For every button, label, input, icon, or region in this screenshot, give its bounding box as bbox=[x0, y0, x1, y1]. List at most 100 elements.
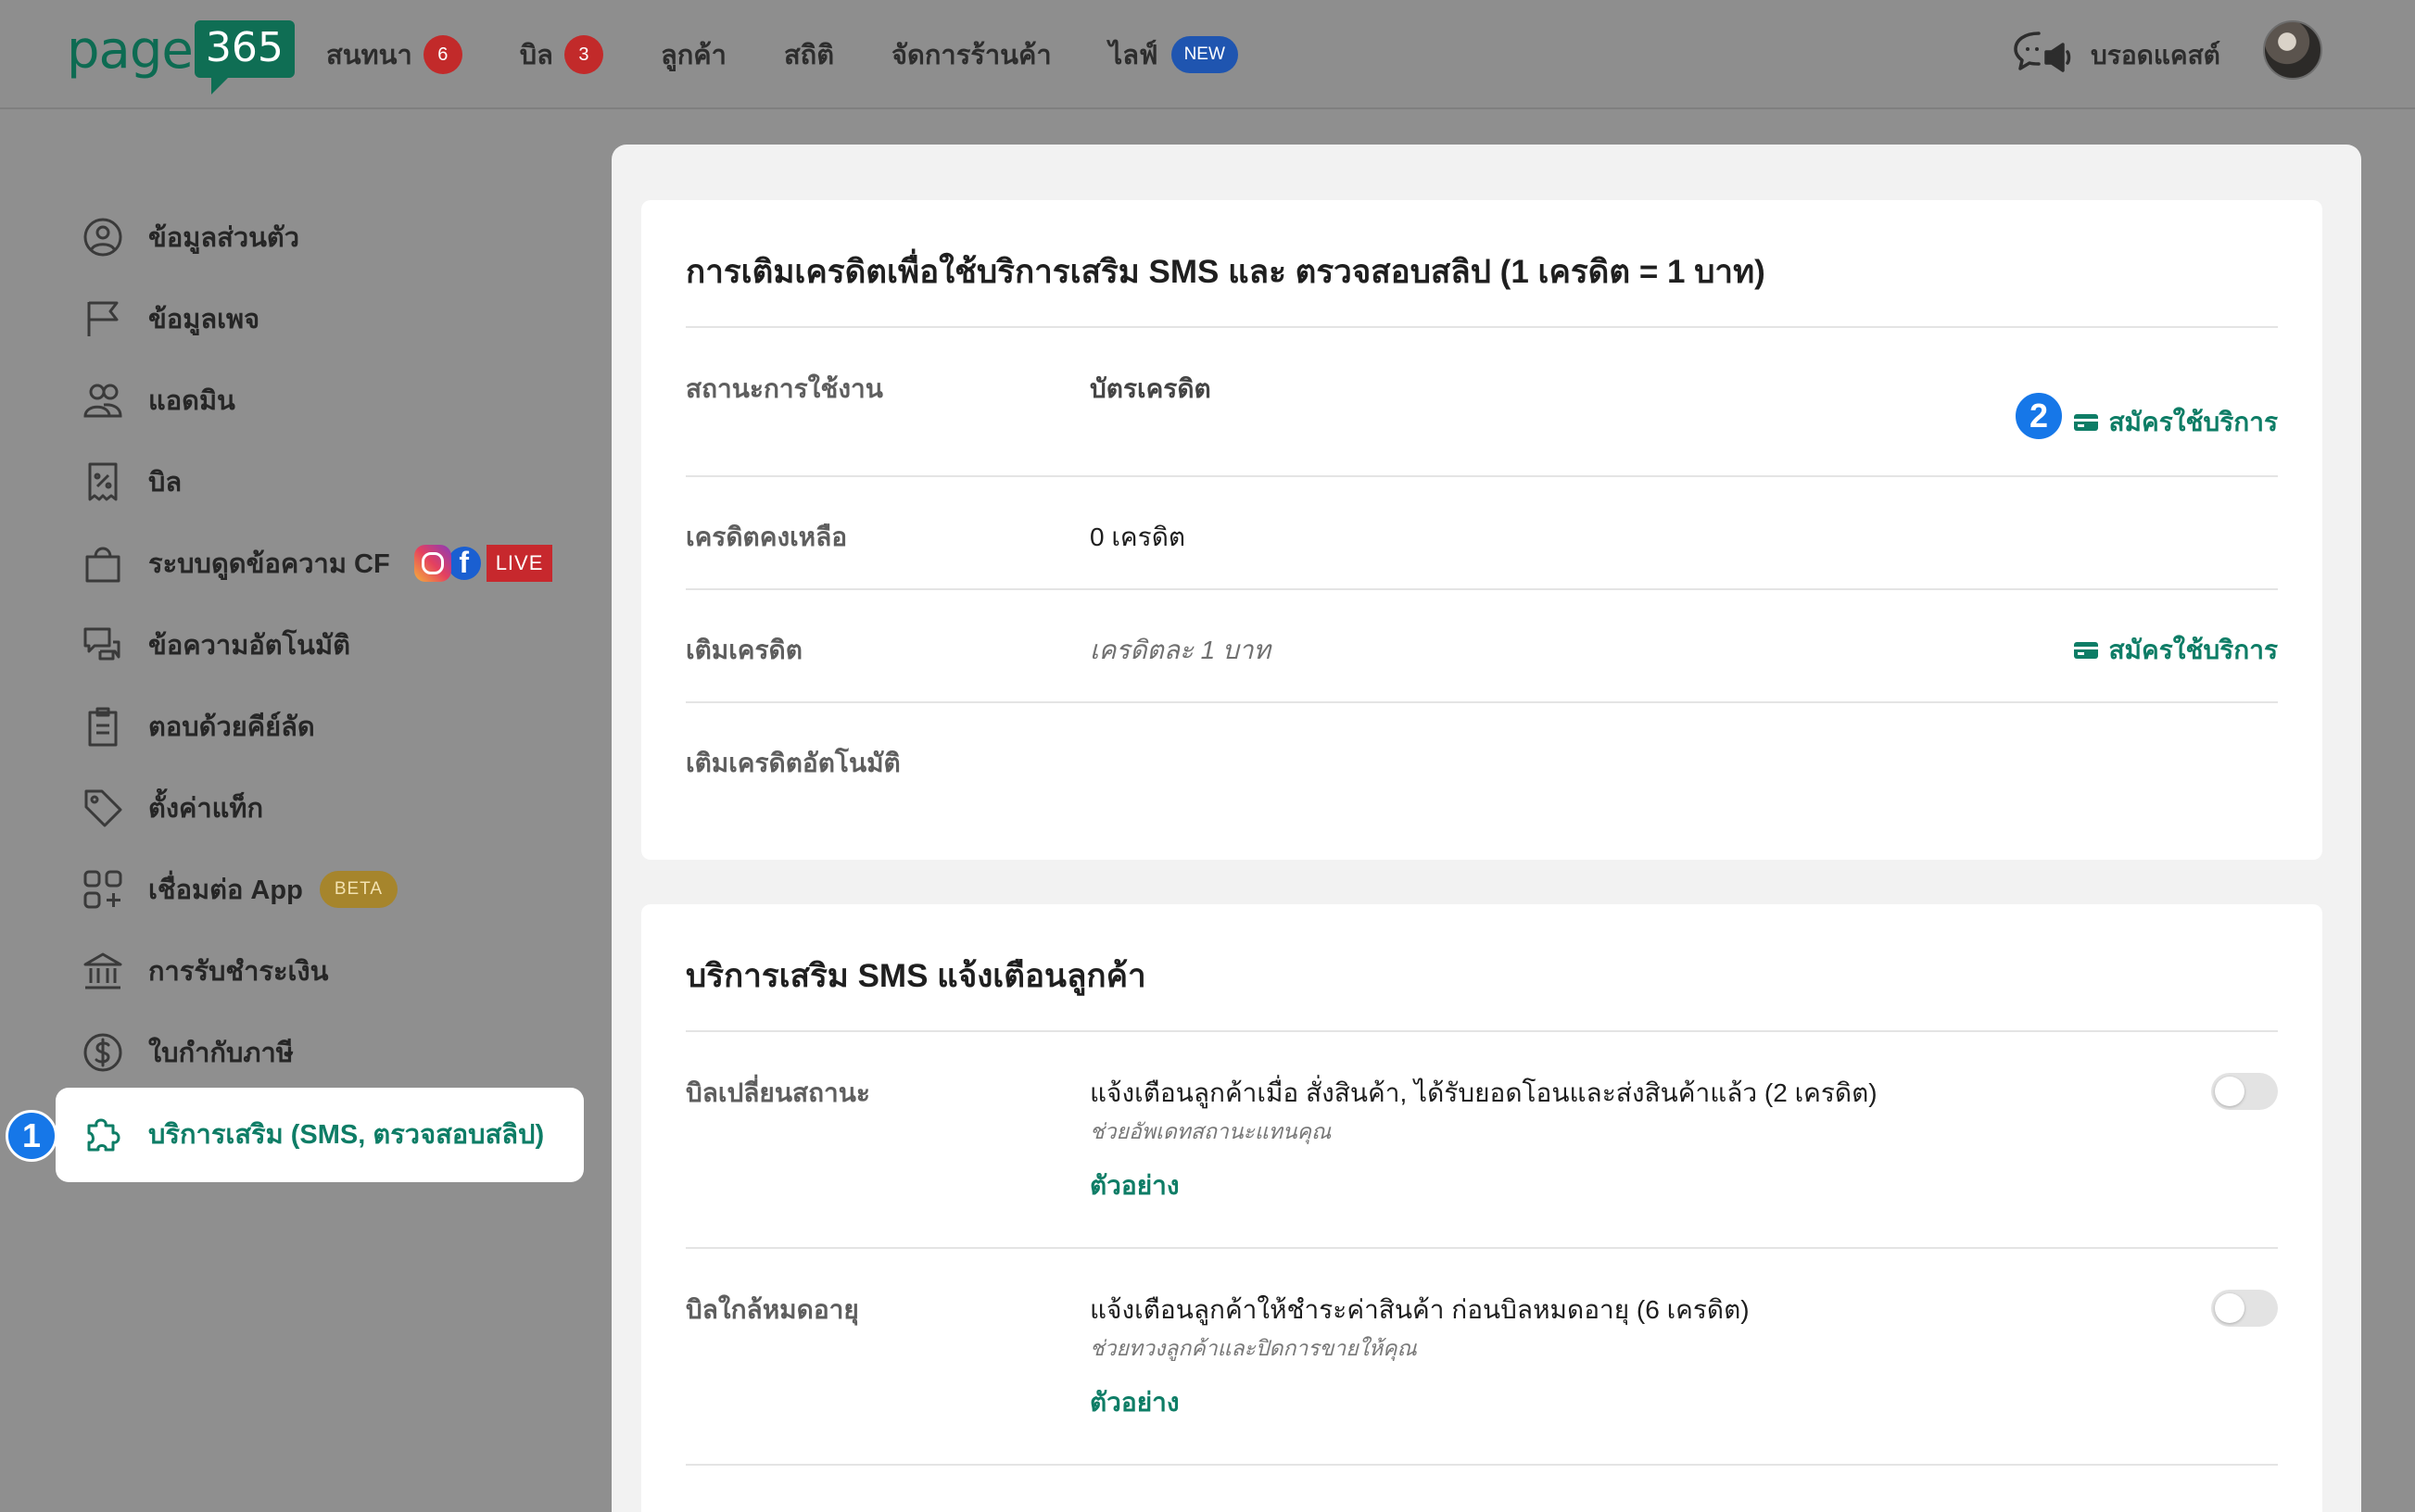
shopping-bag-icon bbox=[82, 542, 124, 585]
nav-customers[interactable]: ลูกค้า bbox=[661, 33, 727, 76]
sidebar-item-connect-app[interactable]: เชื่อมต่อ App BETA bbox=[82, 862, 398, 917]
live-tag: LIVE bbox=[486, 545, 553, 582]
nav-bills[interactable]: บิล 3 bbox=[520, 33, 603, 76]
sidebar-item-admin-label: แอดมิน bbox=[148, 386, 235, 416]
balance-label: เครดิตคงเหลือ bbox=[686, 523, 848, 551]
nav-live-label: ไลฟ์ bbox=[1108, 41, 1158, 70]
flag-icon bbox=[82, 297, 124, 340]
facebook-icon: f bbox=[445, 545, 483, 582]
divider bbox=[686, 475, 2278, 477]
divider bbox=[686, 1464, 2278, 1466]
nav-customers-label: ลูกค้า bbox=[660, 41, 727, 70]
bill-status-example-link[interactable]: ตัวอย่าง bbox=[1090, 1166, 1180, 1206]
sidebar-item-addon-services-label: บริการเสริม (SMS, ตรวจสอบสลิป) bbox=[148, 1120, 545, 1150]
bill-status-toggle[interactable] bbox=[2211, 1073, 2278, 1110]
auto-topup-label: เติมเครดิตอัตโนมัติ bbox=[686, 749, 901, 777]
step-badge-1: 1 bbox=[6, 1110, 57, 1162]
instagram-icon bbox=[413, 545, 451, 582]
subscribe-service-link[interactable]: สมัครใช้บริการ bbox=[2073, 402, 2278, 443]
sidebar-item-addon-services[interactable]: บริการเสริม (SMS, ตรวจสอบสลิป) bbox=[56, 1088, 584, 1182]
nav-chat-badge: 6 bbox=[423, 35, 462, 74]
beta-tag: BETA bbox=[319, 871, 398, 908]
nav-chat-label: สนทนา bbox=[326, 41, 412, 70]
bill-status-label: บิลเปลี่ยนสถานะ bbox=[686, 1078, 870, 1107]
step-badge-2: 2 bbox=[2013, 390, 2065, 442]
logo-number: 365 bbox=[194, 20, 295, 94]
nav-live[interactable]: ไลฟ์ NEW bbox=[1109, 33, 1238, 76]
clipboard-icon bbox=[82, 705, 124, 748]
subscribe-service-label: สมัครใช้บริการ bbox=[2108, 408, 2278, 436]
nav-bills-label: บิล bbox=[519, 41, 553, 70]
credit-topup-card: การเติมเครดิตเพื่อใช้บริการเสริม SMS และ… bbox=[641, 200, 2322, 860]
bill-expiry-subtext: ช่วยทวงลูกค้าและปิดการขายให้คุณ bbox=[1090, 1336, 1417, 1360]
logo-text: page bbox=[67, 20, 194, 81]
sidebar-item-bills[interactable]: บิล bbox=[82, 454, 182, 510]
nav-live-new-tag: NEW bbox=[1170, 36, 1238, 73]
sidebar-item-payments[interactable]: การรับชำระเงิน bbox=[82, 943, 328, 999]
bill-status-subtext: ช่วยอัพเดทสถานะแทนคุณ bbox=[1090, 1119, 1332, 1143]
sidebar-item-payments-label: การรับชำระเงิน bbox=[148, 957, 329, 987]
nav-stats[interactable]: สถิติ bbox=[784, 33, 834, 76]
chat-bubbles-icon bbox=[82, 624, 124, 666]
sidebar-item-tags[interactable]: ตั้งค่าแท็ก bbox=[82, 780, 263, 836]
topup-subscribe-link[interactable]: สมัครใช้บริการ bbox=[2073, 630, 2278, 671]
tag-icon bbox=[82, 787, 124, 829]
status-label: สถานะการใช้งาน bbox=[686, 374, 883, 403]
sidebar-item-cf-capture-label: ระบบดูดข้อความ CF bbox=[148, 549, 390, 579]
megaphone-chat-icon bbox=[2011, 28, 2074, 82]
live-platform-tags: f LIVE bbox=[413, 545, 553, 582]
users-icon bbox=[82, 379, 124, 422]
broadcast-label: บรอดแคสต์ bbox=[2091, 40, 2220, 69]
top-bar: page 365 สนทนา 6 บิล 3 ลูกค้า สถิติ จัดก… bbox=[0, 0, 2415, 109]
apps-plus-icon bbox=[82, 868, 124, 911]
bill-expiry-example-link[interactable]: ตัวอย่าง bbox=[1090, 1382, 1180, 1423]
sidebar-item-profile-label: ข้อมูลส่วนตัว bbox=[148, 223, 300, 253]
page365-logo[interactable]: page 365 bbox=[67, 20, 295, 98]
sms-card-title: บริการเสริม SMS แจ้งเตือนลูกค้า bbox=[686, 958, 1146, 994]
divider bbox=[686, 1247, 2278, 1249]
topup-subscribe-label: สมัครใช้บริการ bbox=[2108, 636, 2278, 664]
bill-expiry-description: แจ้งเตือนลูกค้าให้ชำระค่าสินค้า ก่อนบิลห… bbox=[1090, 1295, 1750, 1324]
sms-service-card: บริการเสริม SMS แจ้งเตือนลูกค้า บิลเปลี่… bbox=[641, 904, 2322, 1512]
credit-card-icon bbox=[2074, 414, 2099, 431]
divider bbox=[686, 1030, 2278, 1032]
sidebar-item-shortcut-reply-label: ตอบด้วยคีย์ลัด bbox=[148, 712, 315, 742]
bill-expiry-label: บิลใกล้หมดอายุ bbox=[686, 1295, 859, 1324]
sidebar-item-cf-capture[interactable]: ระบบดูดข้อความ CF f LIVE bbox=[82, 536, 553, 591]
divider bbox=[686, 326, 2278, 328]
topup-rate: เครดิตละ 1 บาท bbox=[1090, 636, 1271, 664]
dollar-circle-icon bbox=[82, 1031, 124, 1074]
puzzle-icon bbox=[82, 1113, 124, 1155]
sidebar-item-shortcut-reply[interactable]: ตอบด้วยคีย์ลัด bbox=[82, 699, 315, 754]
nav-store-manage[interactable]: จัดการร้านค้า bbox=[891, 33, 1052, 76]
divider bbox=[686, 588, 2278, 590]
nav-stats-label: สถิติ bbox=[783, 41, 835, 70]
sidebar-item-admin[interactable]: แอดมิน bbox=[82, 372, 235, 428]
nav-store-manage-label: จัดการร้านค้า bbox=[891, 41, 1052, 70]
divider bbox=[686, 701, 2278, 703]
sidebar-item-addon-services-row: บริการเสริม (SMS, ตรวจสอบสลิป) bbox=[82, 1106, 544, 1162]
sidebar-item-auto-reply-label: ข้อความอัตโนมัติ bbox=[148, 631, 350, 661]
balance-value: 0 เครดิต bbox=[1090, 523, 1186, 551]
receipt-icon bbox=[82, 460, 124, 503]
topup-label: เติมเครดิต bbox=[686, 636, 803, 664]
bill-status-description: แจ้งเตือนลูกค้าเมื่อ สั่งสินค้า, ได้รับย… bbox=[1090, 1078, 1878, 1107]
broadcast-button[interactable]: บรอดแคสต์ bbox=[2011, 28, 2220, 82]
user-circle-icon bbox=[82, 216, 124, 258]
sidebar-item-tax-invoice[interactable]: ใบกำกับภาษี bbox=[82, 1025, 294, 1080]
main-nav: สนทนา 6 บิล 3 ลูกค้า สถิติ จัดการร้านค้า… bbox=[326, 33, 1296, 76]
bill-expiry-toggle[interactable] bbox=[2211, 1290, 2278, 1327]
nav-bills-badge: 3 bbox=[563, 35, 603, 74]
sidebar-item-tax-invoice-label: ใบกำกับภาษี bbox=[148, 1039, 294, 1068]
nav-chat[interactable]: สนทนา 6 bbox=[326, 33, 462, 76]
credit-card-title: การเติมเครดิตเพื่อใช้บริการเสริม SMS และ… bbox=[686, 254, 1765, 290]
sidebar-item-bills-label: บิล bbox=[148, 468, 183, 498]
sidebar-item-page-info[interactable]: ข้อมูลเพจ bbox=[82, 291, 259, 346]
sidebar-item-page-info-label: ข้อมูลเพจ bbox=[148, 305, 260, 334]
credit-card-icon bbox=[2074, 642, 2099, 659]
sidebar-item-auto-reply[interactable]: ข้อความอัตโนมัติ bbox=[82, 617, 350, 673]
sidebar-item-profile[interactable]: ข้อมูลส่วนตัว bbox=[82, 209, 299, 265]
sidebar-item-tags-label: ตั้งค่าแท็ก bbox=[148, 794, 264, 824]
sidebar-item-connect-app-label: เชื่อมต่อ App bbox=[148, 876, 303, 905]
user-avatar[interactable] bbox=[2263, 20, 2322, 80]
